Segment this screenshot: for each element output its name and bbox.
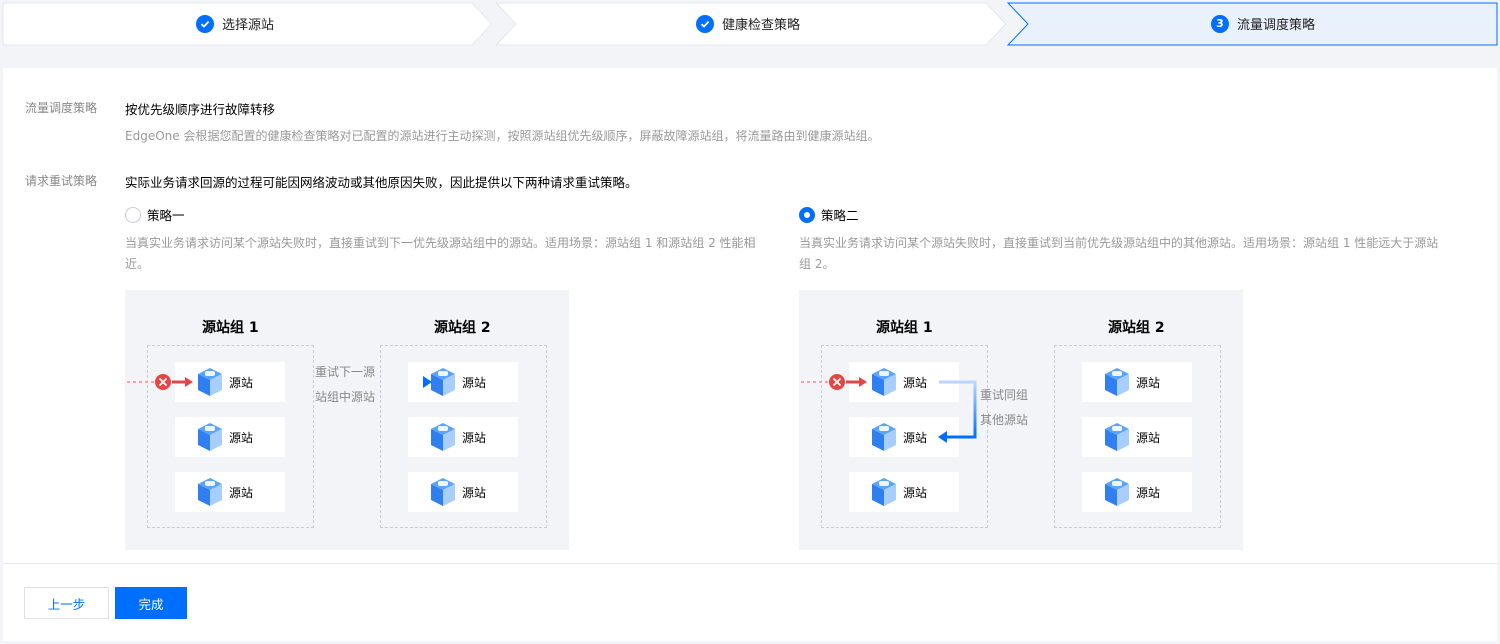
strategy-2-annotation: 重试同组 其他源站 (980, 388, 1029, 427)
prev-step-button[interactable]: 上一步 (24, 587, 109, 619)
step-2-label: 健康检查策略 (722, 18, 801, 33)
strategy-1-diagram: 源站组 1 源站组 2 源站 源站 源站 源站 源站 源站 重试下一源 站组中源… (125, 290, 569, 550)
radio-unchecked-icon[interactable] (125, 206, 141, 223)
schedule-value: 按优先级顺序进行故障转移 (125, 102, 276, 117)
check-circle-icon (196, 14, 214, 33)
footer-divider (3, 563, 1497, 564)
error-x-icon (829, 374, 845, 390)
step-3-label: 流量调度策略 (1237, 18, 1316, 33)
schedule-label: 流量调度策略 (25, 101, 98, 115)
schedule-desc: EdgeOne 会根据您配置的健康检查策略对已配置的源站进行主动探测，按照源站组… (125, 129, 880, 143)
strategy-2-label: 策略二 (821, 208, 859, 223)
strategy-1-arrows (127, 374, 432, 390)
strategy-1-label: 策略一 (147, 208, 185, 223)
strategy-2-radio[interactable]: 策略二 (799, 205, 859, 224)
step-3[interactable]: 3 流量调度策略 (1211, 14, 1315, 33)
strategy-2-diagram: 源站组 1 源站组 2 源站 源站 源站 源站 源站 源站 重试同组 其他源站 (799, 290, 1243, 550)
radio-checked-icon[interactable] (799, 206, 815, 223)
step-2[interactable]: 健康检查策略 (696, 14, 800, 33)
retry-value: 实际业务请求回源的过程可能因网络波动或其他原因失败，因此提供以下两种请求重试策略… (125, 175, 638, 190)
strategy-1-desc: 当真实业务请求访问某个源站失败时，直接重试到下一优先级源站组中的源站。适用场景：… (125, 236, 756, 271)
check-circle-icon (696, 14, 714, 33)
strategy-1-radio[interactable]: 策略一 (125, 205, 185, 224)
step-3-number: 3 (1211, 14, 1229, 33)
config-panel: 流量调度策略 按优先级顺序进行故障转移 EdgeOne 会根据您配置的健康检查策… (3, 68, 1497, 641)
step-1-label: 选择源站 (222, 18, 275, 33)
strategy-1-annotation: 重试下一源 站组中源站 (315, 365, 376, 404)
step-1[interactable]: 选择源站 (196, 14, 274, 33)
strategy-2-desc: 当真实业务请求访问某个源站失败时，直接重试到当前优先级源站组中的其他源站。适用场… (799, 236, 1439, 271)
steps-bar: 选择源站 健康检查策略 3 流量调度策略 (0, 0, 1500, 48)
done-button[interactable]: 完成 (115, 587, 187, 619)
error-x-icon (155, 374, 171, 390)
retry-label: 请求重试策略 (25, 174, 98, 188)
